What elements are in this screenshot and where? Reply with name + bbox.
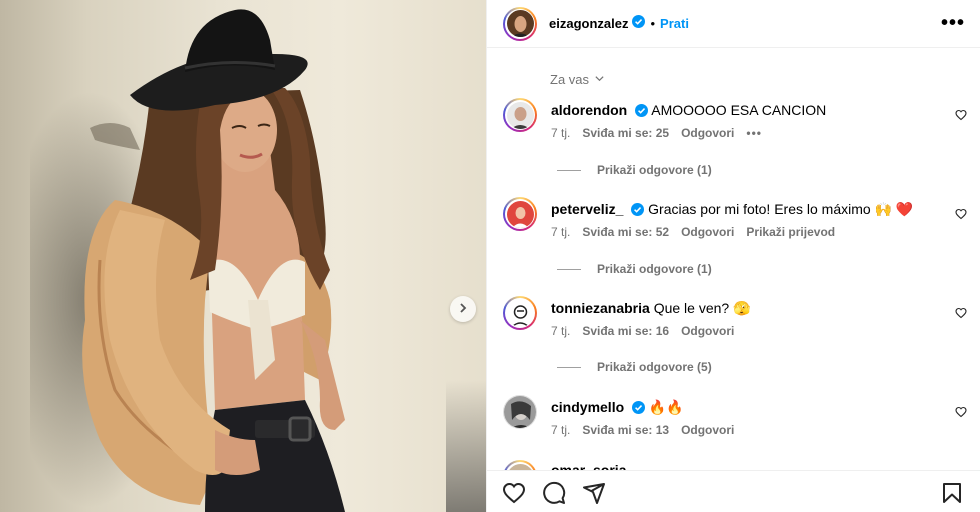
comment-time: 7 tj. bbox=[551, 126, 571, 140]
reply-button[interactable]: Odgovori bbox=[681, 126, 734, 140]
comment-text: Que le ven? 🫣 bbox=[653, 300, 751, 316]
comment-username[interactable]: tonniezanabria bbox=[551, 300, 650, 316]
comment-meta: 7 tj. Sviđa mi se: 13 Odgovori bbox=[551, 423, 734, 437]
replies-divider bbox=[557, 268, 581, 270]
comment-text: AMOOOOO ESA CANCION bbox=[651, 102, 827, 118]
reply-button[interactable]: Odgovori bbox=[681, 423, 734, 437]
heart-icon[interactable] bbox=[955, 306, 967, 324]
comment-item: cindymello 🔥🔥 7 tj. Sviđa mi se: 13 Odgo… bbox=[503, 395, 973, 445]
view-replies-label: Prikaži odgovore (1) bbox=[597, 163, 712, 177]
author-avatar[interactable] bbox=[503, 6, 537, 41]
heart-icon[interactable] bbox=[955, 108, 967, 126]
replies-divider bbox=[557, 366, 581, 368]
comment-text: 🔥🔥 bbox=[648, 399, 684, 415]
heart-icon[interactable] bbox=[955, 405, 967, 423]
commenter-avatar[interactable] bbox=[503, 460, 537, 470]
next-image-button[interactable] bbox=[450, 296, 476, 322]
commenter-avatar[interactable] bbox=[503, 296, 537, 330]
replies-divider bbox=[557, 169, 581, 171]
commenter-avatar[interactable] bbox=[503, 98, 537, 132]
comment-options-button[interactable]: ••• bbox=[746, 126, 762, 140]
comment-body: cindymello 🔥🔥 bbox=[551, 398, 931, 418]
bookmark-icon[interactable] bbox=[940, 481, 964, 510]
comment-time: 7 tj. bbox=[551, 324, 571, 338]
verified-badge-icon bbox=[632, 400, 646, 418]
comment-body: tonniezanabria Que le ven? 🫣 bbox=[551, 299, 931, 317]
separator-dot: • bbox=[650, 16, 656, 31]
comment-item: peterveliz_ Gracias por mi foto! Eres lo… bbox=[503, 197, 973, 247]
photo-subject bbox=[82, 9, 345, 512]
chevron-down-icon bbox=[594, 72, 605, 87]
comment-item: aldorendon AMOOOOO ESA CANCION 7 tj. Svi… bbox=[503, 98, 973, 148]
comment-meta: 7 tj. Sviđa mi se: 16 Odgovori bbox=[551, 324, 734, 338]
comment-username[interactable]: cindymello bbox=[551, 399, 624, 415]
view-replies-label: Prikaži odgovore (5) bbox=[597, 360, 712, 374]
comment-text: Gracias por mi foto! Eres lo máximo 🙌 ❤️ bbox=[648, 201, 914, 217]
heart-icon[interactable] bbox=[955, 207, 967, 225]
chevron-right-icon bbox=[457, 302, 469, 317]
commenter-avatar[interactable] bbox=[503, 197, 537, 231]
comment-icon[interactable] bbox=[542, 481, 566, 510]
heart-icon[interactable] bbox=[502, 481, 526, 510]
share-icon[interactable] bbox=[582, 481, 606, 510]
comment-likes[interactable]: Sviđa mi se: 25 bbox=[582, 126, 669, 140]
view-replies-button[interactable]: Prikaži odgovore (5) bbox=[557, 360, 712, 374]
post-photo[interactable] bbox=[0, 0, 486, 512]
filter-label: Za vas bbox=[550, 72, 590, 87]
view-replies-label: Prikaži odgovore (1) bbox=[597, 262, 712, 276]
comment-body: aldorendon AMOOOOO ESA CANCION bbox=[551, 101, 931, 121]
reply-button[interactable]: Odgovori bbox=[681, 225, 734, 239]
comment-time: 7 tj. bbox=[551, 225, 571, 239]
verified-badge-icon bbox=[635, 103, 649, 121]
comment-item: tonniezanabria Que le ven? 🫣 7 tj. Sviđa… bbox=[503, 296, 973, 346]
post-actions-bar bbox=[487, 470, 980, 512]
comment-meta: 7 tj. Sviđa mi se: 25 Odgovori ••• bbox=[551, 126, 762, 140]
post-header: eizagonzalez • Prati ••• bbox=[487, 0, 980, 48]
verified-badge-icon bbox=[631, 202, 645, 220]
comment-time: 7 tj. bbox=[551, 423, 571, 437]
author-username[interactable]: eizagonzalez bbox=[549, 16, 628, 31]
comment-filter-dropdown[interactable]: Za vas bbox=[550, 72, 605, 87]
view-replies-button[interactable]: Prikaži odgovore (1) bbox=[557, 163, 712, 177]
reply-button[interactable]: Odgovori bbox=[681, 324, 734, 338]
commenter-avatar[interactable] bbox=[503, 395, 537, 429]
comment-username[interactable]: aldorendon bbox=[551, 102, 627, 118]
comment-meta: 7 tj. Sviđa mi se: 52 Odgovori Prikaži p… bbox=[551, 225, 835, 239]
comment-likes[interactable]: Sviđa mi se: 52 bbox=[582, 225, 669, 239]
translate-button[interactable]: Prikaži prijevod bbox=[746, 225, 835, 239]
follow-button[interactable]: Prati bbox=[660, 16, 689, 31]
comment-body: peterveliz_ Gracias por mi foto! Eres lo… bbox=[551, 200, 931, 220]
post-panel: eizagonzalez • Prati ••• Za vas aldorend… bbox=[486, 0, 980, 512]
comment-likes[interactable]: Sviđa mi se: 13 bbox=[582, 423, 669, 437]
comment-likes[interactable]: Sviđa mi se: 16 bbox=[582, 324, 669, 338]
verified-badge-icon bbox=[632, 14, 646, 33]
view-replies-button[interactable]: Prikaži odgovore (1) bbox=[557, 262, 712, 276]
more-icon[interactable]: ••• bbox=[941, 12, 965, 35]
comment-username[interactable]: peterveliz_ bbox=[551, 201, 623, 217]
